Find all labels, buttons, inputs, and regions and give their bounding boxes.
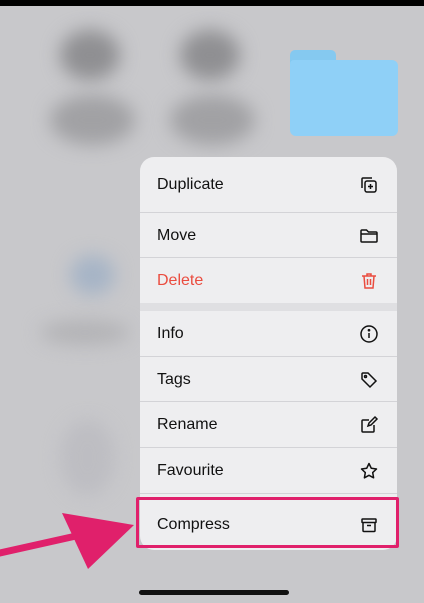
tag-icon <box>359 370 379 390</box>
menu-item-tags[interactable]: Tags <box>140 357 397 402</box>
section-separator <box>140 303 397 311</box>
highlight-box <box>136 497 399 548</box>
menu-item-info[interactable]: Info <box>140 311 397 357</box>
home-indicator <box>139 590 289 595</box>
menu-item-label: Rename <box>157 415 218 433</box>
menu-item-rename[interactable]: Rename <box>140 402 397 447</box>
blurred-file-thumbnail <box>170 95 255 145</box>
blurred-file-thumbnail <box>60 30 120 80</box>
rename-icon <box>359 415 379 435</box>
folder-icon[interactable] <box>290 50 398 136</box>
info-icon <box>359 324 379 344</box>
menu-item-favourite[interactable]: Favourite <box>140 448 397 493</box>
pointer-arrow-icon <box>0 513 134 569</box>
menu-item-label: Move <box>157 226 197 244</box>
menu-item-delete[interactable]: Delete <box>140 258 397 303</box>
star-icon <box>359 461 379 481</box>
menu-item-move[interactable]: Move <box>140 213 397 258</box>
blurred-file-thumbnail <box>40 320 130 345</box>
context-menu: Duplicate Move Delete Info Tags Rename F… <box>140 157 397 550</box>
folder-icon <box>359 226 379 246</box>
menu-item-duplicate[interactable]: Duplicate <box>140 157 397 213</box>
menu-item-label: Favourite <box>157 461 224 479</box>
menu-item-label: Duplicate <box>157 176 224 193</box>
status-bar <box>0 0 424 6</box>
blurred-file-thumbnail <box>180 30 240 80</box>
blurred-file-thumbnail <box>50 95 135 145</box>
menu-item-label: Delete <box>157 271 204 289</box>
blurred-file-thumbnail <box>70 255 115 295</box>
duplicate-icon <box>359 175 379 195</box>
menu-item-label: Tags <box>157 370 191 388</box>
blurred-file-thumbnail <box>60 420 115 495</box>
divider <box>140 493 397 494</box>
menu-item-label: Info <box>157 325 184 342</box>
trash-icon <box>359 271 379 291</box>
